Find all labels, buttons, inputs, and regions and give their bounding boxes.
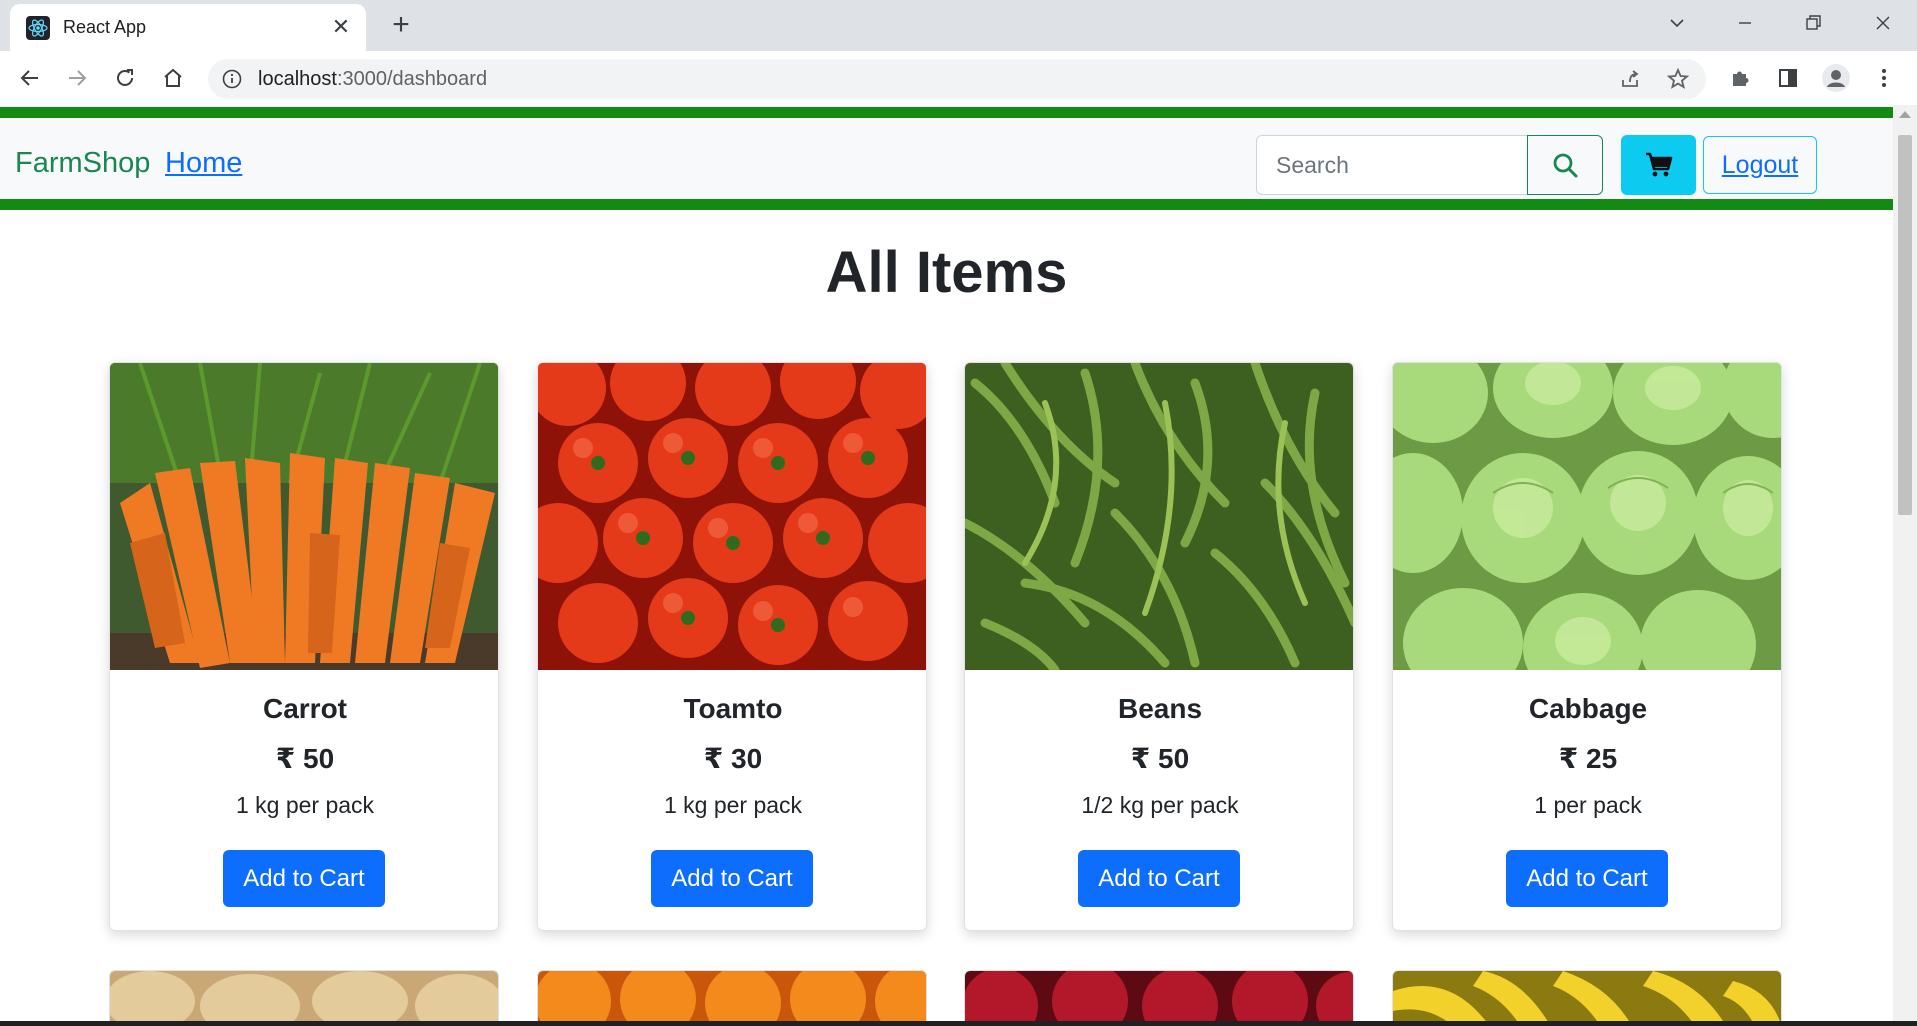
site-navbar: FarmShop Home Logout — [0, 107, 1893, 210]
product-unit: 1 kg per pack — [235, 792, 375, 818]
minimize-icon[interactable] — [1725, 8, 1765, 38]
profile-avatar-icon[interactable] — [1821, 63, 1851, 93]
scroll-up-arrow-icon[interactable] — [1899, 111, 1911, 118]
bookmark-star-icon[interactable] — [1663, 64, 1693, 94]
forward-arrow-icon[interactable] — [62, 63, 92, 93]
scrollbar-thumb[interactable] — [1898, 135, 1912, 515]
brand-logo[interactable]: FarmShop — [15, 147, 150, 180]
product-card: Carrot ₹ 50 1 kg per pack Add to Cart — [109, 362, 499, 931]
product-unit: 1 kg per pack — [663, 792, 803, 818]
taskbar-edge — [0, 1021, 1917, 1026]
browser-menu-icon[interactable] — [1869, 63, 1899, 93]
side-panel-icon[interactable] — [1773, 63, 1803, 93]
product-card-partial — [1392, 970, 1782, 1021]
logout-button[interactable]: Logout — [1703, 136, 1817, 194]
product-card: Beans ₹ 50 1/2 kg per pack Add to Cart — [964, 362, 1354, 931]
close-window-icon[interactable] — [1863, 8, 1903, 38]
product-name: Cabbage — [1528, 693, 1648, 724]
product-image-orange — [538, 971, 926, 1021]
product-unit: 1/2 kg per pack — [1081, 792, 1239, 818]
add-to-cart-button[interactable]: Add to Cart — [223, 850, 385, 907]
product-card: Toamto ₹ 30 1 kg per pack Add to Cart — [537, 362, 927, 931]
search-button[interactable] — [1527, 135, 1603, 195]
product-price: ₹ 25 — [1558, 743, 1618, 774]
site-info-icon[interactable] — [221, 68, 243, 90]
search-icon — [1553, 153, 1578, 178]
share-icon[interactable] — [1615, 64, 1645, 94]
react-logo-icon — [26, 16, 50, 40]
product-image-banana — [1393, 971, 1781, 1021]
add-to-cart-button[interactable]: Add to Cart — [1078, 850, 1240, 907]
browser-tab[interactable]: React App ✕ — [10, 4, 366, 51]
nav-link-home[interactable]: Home — [165, 147, 242, 180]
cart-icon — [1645, 152, 1672, 177]
product-price: ₹ 50 — [1130, 743, 1190, 774]
page-viewport: FarmShop Home Logout All Items — [0, 105, 1893, 1021]
back-arrow-icon[interactable] — [15, 63, 45, 93]
product-price: ₹ 30 — [703, 743, 763, 774]
tab-close-icon[interactable]: ✕ — [328, 14, 354, 40]
browser-tab-bar: React App ✕ + — [0, 0, 1917, 51]
product-image-cabbage — [1393, 363, 1781, 670]
product-card-partial — [109, 970, 499, 1021]
page-title: All Items — [825, 240, 1068, 305]
new-tab-icon[interactable]: + — [386, 10, 416, 40]
browser-toolbar: localhost:3000/dashboard — [0, 51, 1917, 105]
tab-title: React App — [63, 17, 147, 37]
product-card-partial — [537, 970, 927, 1021]
page-scrollbar[interactable] — [1893, 105, 1917, 1021]
cart-button[interactable] — [1621, 135, 1696, 195]
product-name: Beans — [1117, 693, 1203, 724]
product-image-tomato — [538, 363, 926, 670]
add-to-cart-button[interactable]: Add to Cart — [1506, 850, 1668, 907]
product-unit: 1 per pack — [1534, 792, 1642, 818]
search-input[interactable] — [1256, 135, 1528, 195]
product-card: Cabbage ₹ 25 1 per pack Add to Cart — [1392, 362, 1782, 931]
product-name: Carrot — [262, 693, 347, 724]
reload-icon[interactable] — [110, 63, 140, 93]
product-image-carrot — [110, 363, 498, 670]
url-text: localhost:3000/dashboard — [258, 68, 488, 90]
product-price: ₹ 50 — [275, 743, 335, 774]
product-image-potato — [110, 971, 498, 1021]
home-icon[interactable] — [158, 63, 188, 93]
extensions-puzzle-icon[interactable] — [1725, 63, 1755, 93]
product-card-partial — [964, 970, 1354, 1021]
product-image-apple — [965, 971, 1353, 1021]
restore-icon[interactable] — [1793, 8, 1833, 38]
product-name: Toamto — [683, 693, 783, 724]
tab-search-chevron-icon[interactable] — [1657, 8, 1697, 38]
add-to-cart-button[interactable]: Add to Cart — [651, 850, 813, 907]
address-bar[interactable]: localhost:3000/dashboard — [208, 59, 1706, 99]
product-image-beans — [965, 363, 1353, 670]
